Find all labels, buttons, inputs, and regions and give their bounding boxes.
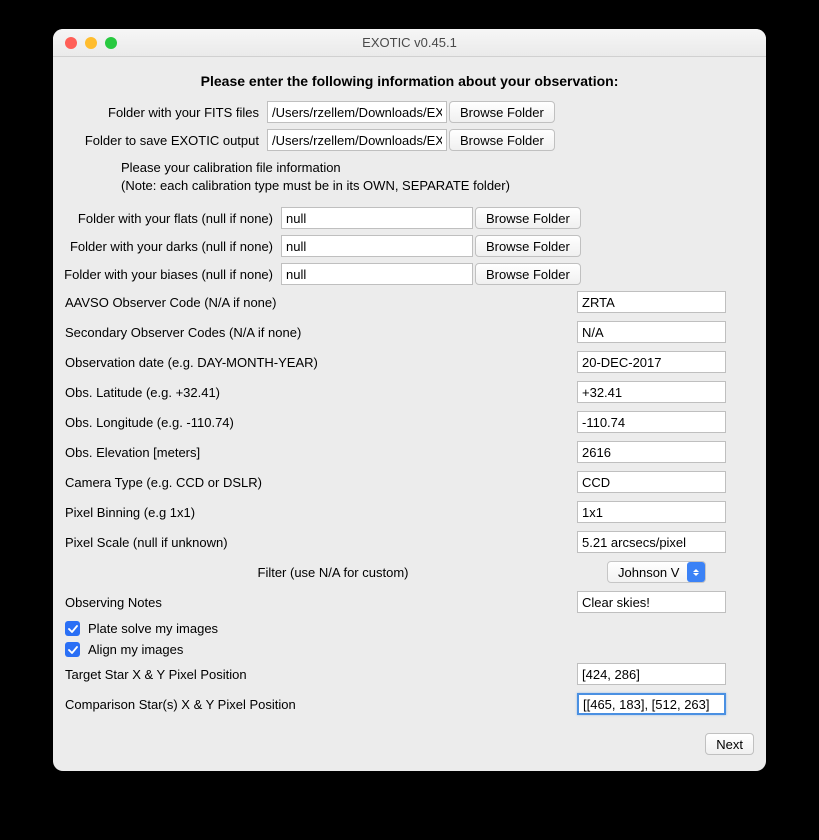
- secondary-row: Secondary Observer Codes (N/A if none): [59, 321, 760, 343]
- elev-label: Obs. Elevation [meters]: [59, 445, 577, 460]
- plate-solve-label: Plate solve my images: [88, 621, 218, 636]
- darks-row: Folder with your darks (null if none) Br…: [59, 235, 760, 257]
- filter-row: Filter (use N/A for custom) Johnson V: [59, 561, 760, 583]
- output-folder-label: Folder to save EXOTIC output: [59, 133, 267, 148]
- next-row: Next: [59, 723, 760, 755]
- output-folder-input[interactable]: [267, 129, 447, 151]
- flats-input[interactable]: [281, 207, 473, 229]
- fits-folder-input[interactable]: [267, 101, 447, 123]
- secondary-label: Secondary Observer Codes (N/A if none): [59, 325, 577, 340]
- filter-label: Filter (use N/A for custom): [59, 565, 607, 580]
- filter-select[interactable]: Johnson V: [607, 561, 706, 583]
- scale-label: Pixel Scale (null if unknown): [59, 535, 577, 550]
- aavso-input[interactable]: [577, 291, 726, 313]
- next-button[interactable]: Next: [705, 733, 754, 755]
- camera-row: Camera Type (e.g. CCD or DSLR): [59, 471, 760, 493]
- close-icon[interactable]: [65, 37, 77, 49]
- date-row: Observation date (e.g. DAY-MONTH-YEAR): [59, 351, 760, 373]
- scale-row: Pixel Scale (null if unknown): [59, 531, 760, 553]
- minimize-icon[interactable]: [85, 37, 97, 49]
- darks-input[interactable]: [281, 235, 473, 257]
- notes-row: Observing Notes: [59, 591, 760, 613]
- titlebar: EXOTIC v0.45.1: [53, 29, 766, 57]
- traffic-lights: [53, 37, 117, 49]
- binning-input[interactable]: [577, 501, 726, 523]
- aavso-label: AAVSO Observer Code (N/A if none): [59, 295, 577, 310]
- elev-row: Obs. Elevation [meters]: [59, 441, 760, 463]
- calibration-note-line1: Please your calibration file information: [121, 159, 760, 177]
- window-title: EXOTIC v0.45.1: [53, 35, 766, 50]
- maximize-icon[interactable]: [105, 37, 117, 49]
- biases-input[interactable]: [281, 263, 473, 285]
- lon-input[interactable]: [577, 411, 726, 433]
- lat-row: Obs. Latitude (e.g. +32.41): [59, 381, 760, 403]
- notes-label: Observing Notes: [59, 595, 577, 610]
- target-input[interactable]: [577, 663, 726, 685]
- calibration-note: Please your calibration file information…: [59, 157, 760, 207]
- align-row: Align my images: [59, 642, 760, 657]
- notes-input[interactable]: [577, 591, 726, 613]
- lat-label: Obs. Latitude (e.g. +32.41): [59, 385, 577, 400]
- lon-row: Obs. Longitude (e.g. -110.74): [59, 411, 760, 433]
- camera-label: Camera Type (e.g. CCD or DSLR): [59, 475, 577, 490]
- plate-solve-checkbox[interactable]: [65, 621, 80, 636]
- fits-folder-row: Folder with your FITS files Browse Folde…: [59, 101, 760, 123]
- page-heading: Please enter the following information a…: [59, 67, 760, 101]
- fits-browse-button[interactable]: Browse Folder: [449, 101, 555, 123]
- comparison-label: Comparison Star(s) X & Y Pixel Position: [59, 697, 577, 712]
- aavso-row: AAVSO Observer Code (N/A if none): [59, 291, 760, 313]
- form-content: Please enter the following information a…: [53, 57, 766, 765]
- filter-value: Johnson V: [618, 565, 679, 580]
- target-row: Target Star X & Y Pixel Position: [59, 663, 760, 685]
- align-checkbox[interactable]: [65, 642, 80, 657]
- output-browse-button[interactable]: Browse Folder: [449, 129, 555, 151]
- lat-input[interactable]: [577, 381, 726, 403]
- comparison-input[interactable]: [577, 693, 726, 715]
- camera-input[interactable]: [577, 471, 726, 493]
- check-icon: [68, 645, 78, 655]
- comparison-row: Comparison Star(s) X & Y Pixel Position: [59, 693, 760, 715]
- plate-solve-row: Plate solve my images: [59, 621, 760, 636]
- flats-browse-button[interactable]: Browse Folder: [475, 207, 581, 229]
- binning-label: Pixel Binning (e.g 1x1): [59, 505, 577, 520]
- chevron-updown-icon: [687, 562, 705, 582]
- calibration-note-line2: (Note: each calibration type must be in …: [121, 177, 760, 195]
- check-icon: [68, 624, 78, 634]
- biases-label: Folder with your biases (null if none): [59, 267, 281, 282]
- binning-row: Pixel Binning (e.g 1x1): [59, 501, 760, 523]
- app-window: EXOTIC v0.45.1 Please enter the followin…: [53, 29, 766, 771]
- date-input[interactable]: [577, 351, 726, 373]
- biases-row: Folder with your biases (null if none) B…: [59, 263, 760, 285]
- fits-folder-label: Folder with your FITS files: [59, 105, 267, 120]
- darks-label: Folder with your darks (null if none): [59, 239, 281, 254]
- lon-label: Obs. Longitude (e.g. -110.74): [59, 415, 577, 430]
- biases-browse-button[interactable]: Browse Folder: [475, 263, 581, 285]
- elev-input[interactable]: [577, 441, 726, 463]
- align-label: Align my images: [88, 642, 183, 657]
- darks-browse-button[interactable]: Browse Folder: [475, 235, 581, 257]
- output-folder-row: Folder to save EXOTIC output Browse Fold…: [59, 129, 760, 151]
- target-label: Target Star X & Y Pixel Position: [59, 667, 577, 682]
- flats-row: Folder with your flats (null if none) Br…: [59, 207, 760, 229]
- date-label: Observation date (e.g. DAY-MONTH-YEAR): [59, 355, 577, 370]
- secondary-input[interactable]: [577, 321, 726, 343]
- flats-label: Folder with your flats (null if none): [59, 211, 281, 226]
- scale-input[interactable]: [577, 531, 726, 553]
